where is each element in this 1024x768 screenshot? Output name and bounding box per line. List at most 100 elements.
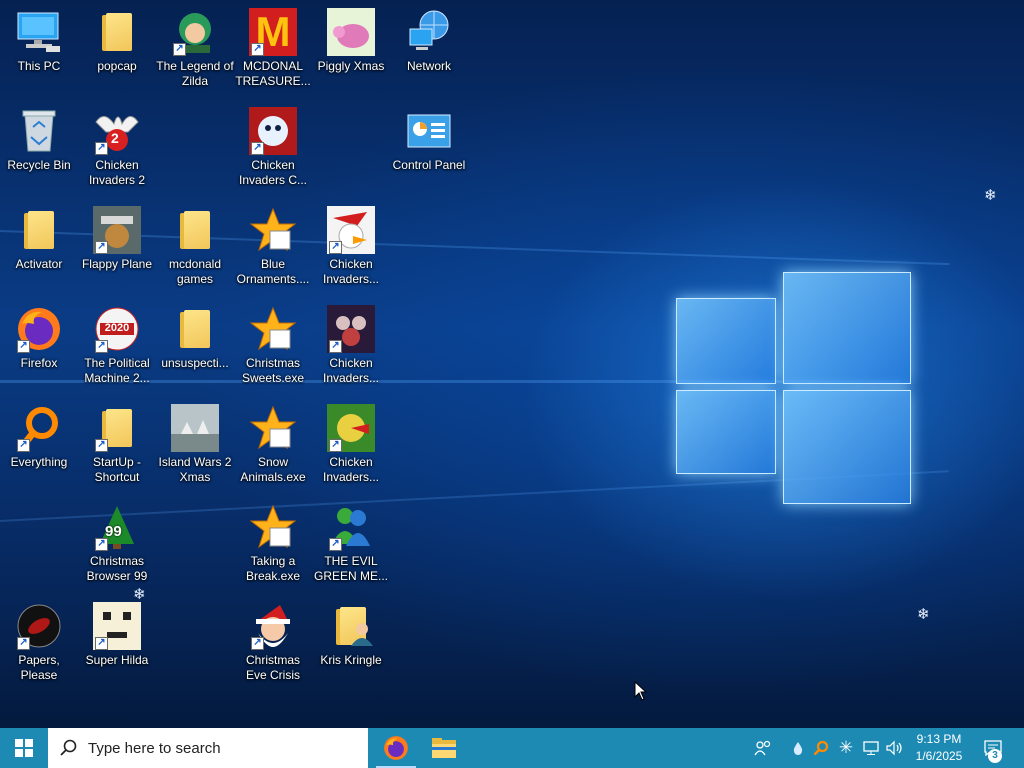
desktop-icon-firefox[interactable]: ↗ Firefox <box>0 305 78 371</box>
badge-number: 2 <box>111 130 119 146</box>
taskbar-firefox-button[interactable] <box>372 728 420 768</box>
desktop-icon-kris-kringle[interactable]: Kris Kringle <box>312 602 390 668</box>
icon-label: Chicken Invaders 2 <box>88 158 146 187</box>
user-folder-icon <box>327 602 375 650</box>
icon-label: Everything <box>10 455 68 469</box>
icon-label: Papers, Please <box>18 653 60 682</box>
icon-label: Chicken Invaders... <box>322 356 380 385</box>
desktop-icon-political-machine[interactable]: 2020 ↗ The Political Machine 2... <box>78 305 156 386</box>
mcdonalds-icon: M ↗ <box>249 8 297 56</box>
desktop-icon-mcdonal-treasure[interactable]: M ↗ MCDONAL TREASURE... <box>234 8 312 89</box>
desktop-icon-recycle-bin[interactable]: Recycle Bin <box>0 107 78 173</box>
desktop-icon-christmas-sweets[interactable]: Christmas Sweets.exe <box>234 305 312 386</box>
chicken-game-icon: ↗ <box>249 107 297 155</box>
desktop-icon-legend-of-zilda[interactable]: ↗ The Legend of Zilda <box>156 8 234 89</box>
icon-label: popcap <box>97 59 137 73</box>
shortcut-arrow-icon: ↗ <box>329 439 342 452</box>
shortcut-arrow-icon: ↗ <box>251 142 264 155</box>
shortcut-arrow-icon: ↗ <box>17 637 30 650</box>
desktop-icon-control-panel[interactable]: Control Panel <box>390 107 468 173</box>
clock-date: 1/6/2025 <box>915 749 963 763</box>
mouse-cursor-icon <box>634 681 648 701</box>
desktop-icon-christmas-browser[interactable]: 99 ↗ Christmas Browser 99 <box>78 503 156 584</box>
water-drop-icon <box>793 742 803 755</box>
pig-game-icon <box>327 8 375 56</box>
shortcut-arrow-icon: ↗ <box>95 142 108 155</box>
firefox-icon <box>384 736 408 760</box>
shortcut-arrow-icon: ↗ <box>329 340 342 353</box>
tray-people-button[interactable] <box>752 728 774 768</box>
icon-label: Taking a Break.exe <box>245 554 301 583</box>
file-explorer-icon <box>432 738 456 758</box>
desktop-icon-unsuspecting[interactable]: unsuspecti... <box>156 305 234 371</box>
political-machine-icon: 2020 ↗ <box>93 305 141 353</box>
windows-logo-icon <box>15 739 33 757</box>
windows-logo-pane-bottom-left <box>676 390 776 474</box>
people-icon <box>754 740 771 756</box>
icon-label: Super Hilda <box>85 653 149 667</box>
shortcut-arrow-icon: ↗ <box>251 43 264 56</box>
desktop-icon-chicken-invaders-c[interactable]: ↗ Chicken Invaders C... <box>234 107 312 188</box>
desktop-icon-taking-a-break[interactable]: Taking a Break.exe <box>234 503 312 584</box>
tray-snowflake-button[interactable]: ✳ <box>834 728 858 768</box>
taskbar-file-explorer-button[interactable] <box>420 728 468 768</box>
tray-water-drop-button[interactable] <box>788 728 808 768</box>
desktop-icon-super-hilda[interactable]: ↗ Super Hilda <box>78 602 156 668</box>
tray-volume-button[interactable] <box>884 728 906 768</box>
search-box[interactable]: Type here to search <box>48 728 368 768</box>
snowflake-icon: ❄ <box>984 187 997 204</box>
desktop-icon-mcdonald-games[interactable]: mcdonald games <box>156 206 234 287</box>
desktop-icon-everything[interactable]: ↗ Everything <box>0 404 78 470</box>
snowflake-icon: ✳ <box>838 738 854 757</box>
icon-label: The Legend of Zilda <box>156 59 234 88</box>
shortcut-arrow-icon: ↗ <box>17 439 30 452</box>
desktop-icon-christmas-eve-crisis[interactable]: ↗ Christmas Eve Crisis <box>234 602 312 683</box>
zilda-game-icon: ↗ <box>171 8 219 56</box>
island-wars-icon <box>171 404 219 452</box>
desktop-icon-piggly-xmas[interactable]: Piggly Xmas <box>312 8 390 74</box>
desktop-icon-network[interactable]: Network <box>390 8 468 74</box>
icon-label: Firefox <box>20 356 58 370</box>
icon-label: Christmas Eve Crisis <box>245 653 300 682</box>
search-icon <box>60 739 77 756</box>
icon-label: StartUp - Shortcut <box>92 455 141 484</box>
messenger-people-icon: ↗ <box>327 503 375 551</box>
shortcut-arrow-icon: ↗ <box>17 340 30 353</box>
desktop-icon-chicken-invaders-2[interactable]: 2 ↗ Chicken Invaders 2 <box>78 107 156 188</box>
desktop-icon-flappy-plane[interactable]: ↗ Flappy Plane <box>78 206 156 272</box>
taskbar-clock[interactable]: 9:13 PM 1/6/2025 <box>904 731 974 765</box>
recycle-bin-icon <box>15 107 63 155</box>
papers-please-seal-icon: ↗ <box>15 602 63 650</box>
tray-everything-button[interactable] <box>810 728 832 768</box>
desktop-icon-chicken-invaders-d[interactable]: ↗ Chicken Invaders... <box>312 404 390 485</box>
desktop-icon-activator[interactable]: Activator <box>0 206 78 272</box>
windows-logo-pane-top-left <box>676 298 776 384</box>
desktop-icon-evil-green-messenger[interactable]: ↗ THE EVIL GREEN ME... <box>312 503 390 584</box>
folder-icon <box>171 305 219 353</box>
start-button[interactable] <box>0 728 48 768</box>
desktop-icon-chicken-invaders-b[interactable]: ↗ Chicken Invaders... <box>312 305 390 386</box>
icon-label: Snow Animals.exe <box>240 455 306 484</box>
star-app-icon <box>249 206 297 254</box>
desktop-icon-snow-animals[interactable]: Snow Animals.exe <box>234 404 312 485</box>
desktop-icon-popcap[interactable]: popcap <box>78 8 156 74</box>
desktop-icon-chicken-invaders-a[interactable]: ↗ Chicken Invaders... <box>312 206 390 287</box>
icon-label: MCDONAL TREASURE... <box>235 59 311 88</box>
desktop-icon-this-pc[interactable]: This PC <box>0 8 78 74</box>
desktop-icon-blue-ornaments[interactable]: Blue Ornaments.... <box>234 206 312 287</box>
desktop-icon-startup-shortcut[interactable]: ↗ StartUp - Shortcut <box>78 404 156 485</box>
badge-year: 2020 <box>104 322 130 334</box>
control-panel-icon <box>405 107 453 155</box>
icon-label: The Political Machine 2... <box>84 356 150 385</box>
desktop-icon-papers-please[interactable]: ↗ Papers, Please <box>0 602 78 683</box>
icon-label: Piggly Xmas <box>317 59 385 73</box>
magnifier-icon: ↗ <box>15 404 63 452</box>
speaker-icon <box>886 740 902 756</box>
folder-icon <box>171 206 219 254</box>
tray-network-button[interactable] <box>860 728 882 768</box>
shortcut-arrow-icon: ↗ <box>329 538 342 551</box>
chicken-game-icon: 2 ↗ <box>93 107 141 155</box>
santa-icon: ↗ <box>249 602 297 650</box>
shortcut-arrow-icon: ↗ <box>251 637 264 650</box>
desktop-icon-island-wars[interactable]: Island Wars 2 Xmas <box>156 404 234 485</box>
